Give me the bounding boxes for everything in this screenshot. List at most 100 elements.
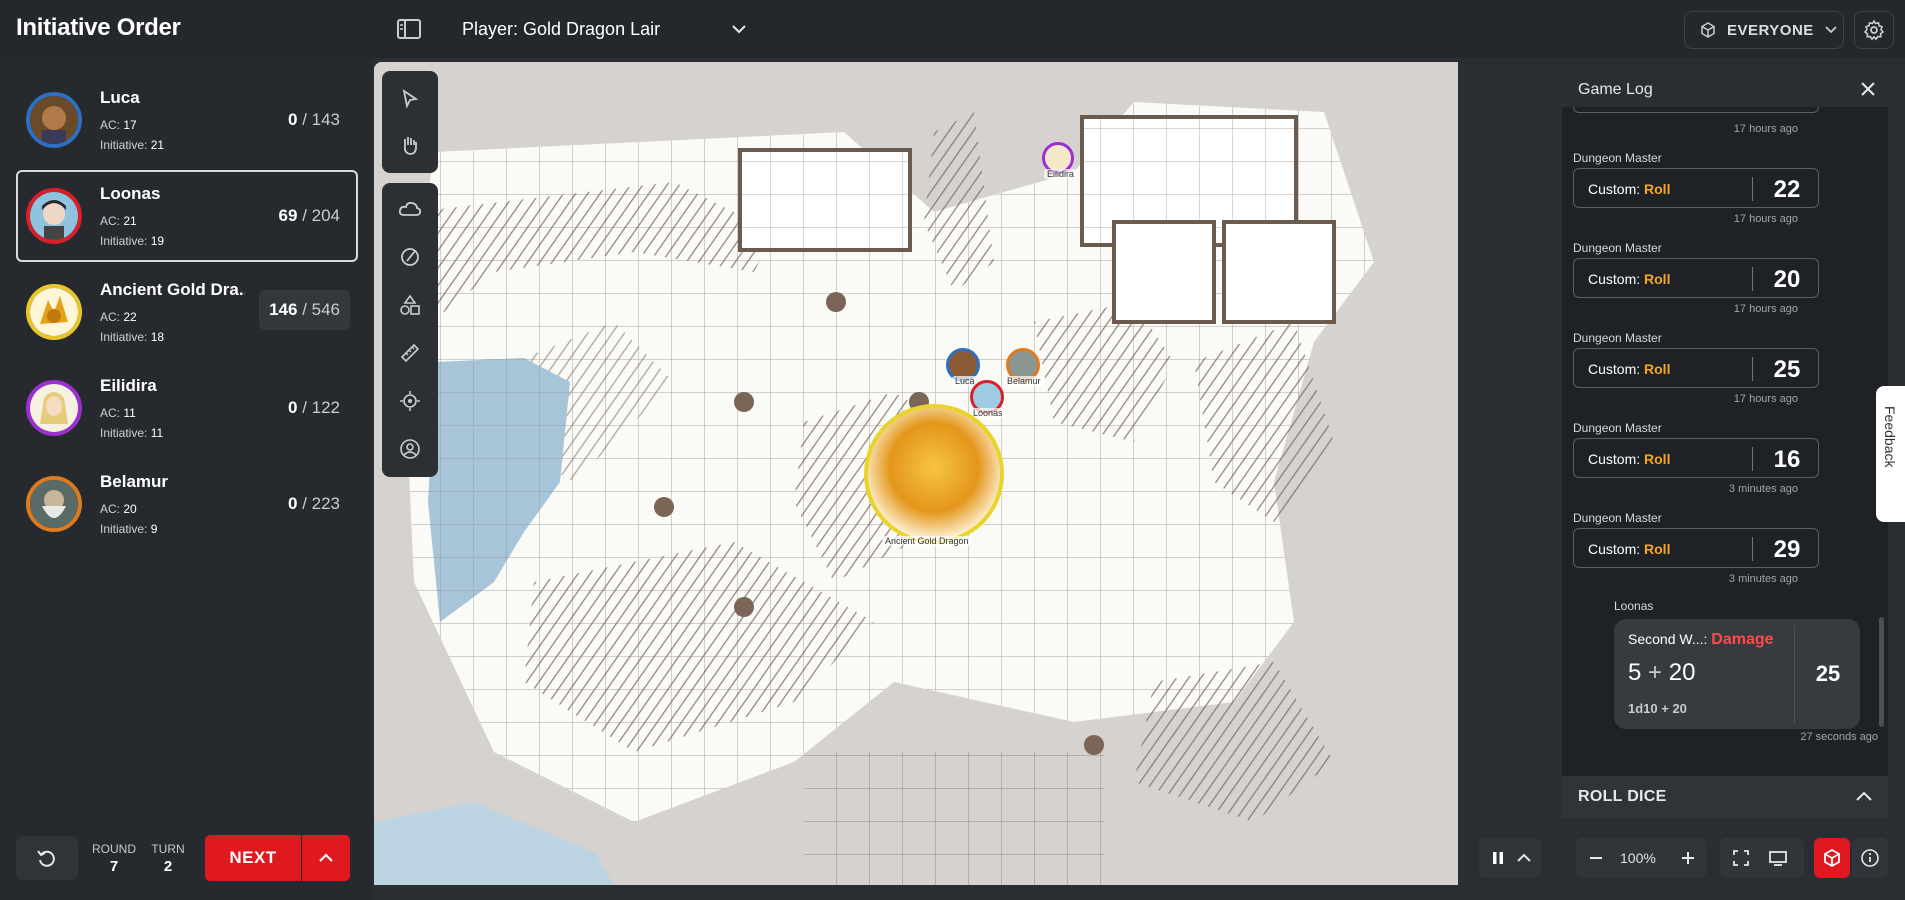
combatant-name: Loonas [100, 184, 161, 203]
game-log-panel: Game Log 17 hours ago Dungeon Master Cus… [1562, 71, 1888, 776]
avatar [26, 380, 82, 436]
chevron-up-icon[interactable] [1515, 849, 1533, 867]
fullscreen-icon[interactable] [1732, 849, 1750, 867]
top-bar: Initiative Order Player: Gold Dragon Lai… [0, 0, 1905, 58]
page-title: Initiative Order [16, 14, 181, 41]
divider [1752, 357, 1753, 381]
chevron-down-icon[interactable] [730, 20, 748, 38]
feedback-tab[interactable]: Feedback [1876, 386, 1905, 522]
entry-timestamp: 17 hours ago [1733, 123, 1798, 135]
roll-dice-bar[interactable]: ROLL DICE [1562, 776, 1888, 818]
settings-button[interactable] [1854, 11, 1894, 49]
initiative-value: Initiative: 18 [100, 330, 165, 344]
user-circle-icon[interactable] [396, 435, 424, 463]
dice-cube-icon [1701, 22, 1715, 38]
hit-points[interactable]: 0 / 122 [288, 398, 340, 418]
chevron-down-icon [1825, 26, 1837, 34]
damage-roll-title: Second W...: Damage [1628, 631, 1774, 648]
chevron-up-icon [319, 853, 333, 862]
pan-hand-icon[interactable] [396, 131, 424, 159]
navigation-tools [382, 71, 438, 173]
target-icon[interactable] [396, 387, 424, 415]
hit-points[interactable]: 69 / 204 [279, 206, 340, 226]
zoom-out-icon[interactable] [1588, 850, 1604, 866]
combatant-row-eilidira[interactable]: Eilidira AC: 11 Initiative: 11 0 / 122 [16, 362, 358, 454]
entry-timestamp: 3 minutes ago [1728, 483, 1798, 495]
roll-result[interactable]: Custom: Roll 25 [1573, 348, 1819, 388]
previous-roll-box [1573, 107, 1819, 113]
info-button[interactable] [1852, 838, 1888, 878]
chevron-up-icon[interactable] [1854, 787, 1874, 807]
token-label: Belamur [1004, 376, 1044, 386]
damage-total: 25 [1815, 661, 1841, 686]
roll-total: 22 [1773, 176, 1801, 203]
zoom-controls: 100% [1576, 838, 1706, 878]
avatar [26, 284, 82, 340]
audience-dropdown[interactable]: EVERYONE [1684, 11, 1844, 49]
armor-class: AC: 11 [100, 406, 136, 420]
fog-cloud-icon[interactable] [396, 195, 424, 223]
scrollbar[interactable] [1879, 617, 1884, 727]
monitor-icon[interactable] [1768, 849, 1788, 867]
roll-label: Custom: Roll [1588, 451, 1671, 467]
zoom-level: 100% [1620, 850, 1656, 866]
player-selector-label[interactable]: Player: Gold Dragon Lair [462, 19, 660, 40]
roll-total: 29 [1773, 536, 1801, 563]
draw-pen-icon[interactable] [396, 243, 424, 271]
roll-label: Custom: Roll [1588, 181, 1671, 197]
initiative-value: Initiative: 21 [100, 138, 165, 152]
entry-timestamp: 17 hours ago [1733, 303, 1798, 315]
damage-roll-card[interactable]: Second W...: Damage 5 + 20 1d10 + 20 25 [1614, 619, 1860, 729]
map-toolbar [382, 71, 438, 477]
combatant-row-ancient-gold-dragon[interactable]: Ancient Gold Dra... AC: 22 Initiative: 1… [16, 266, 358, 358]
combatant-row-loonas[interactable]: Loonas AC: 21 Initiative: 19 69 / 204 [16, 170, 358, 262]
roll-total: 25 [1773, 356, 1801, 383]
divider [1794, 625, 1795, 723]
roll-result[interactable]: Custom: Roll 16 [1573, 438, 1819, 478]
battle-map[interactable]: Eilidira Luca Belamur Loonas Ancient Gol… [374, 62, 1458, 885]
entry-author: Loonas [1614, 599, 1654, 613]
map-token-ancient-gold-dragon[interactable] [864, 404, 1004, 544]
close-icon[interactable] [1858, 79, 1878, 99]
ruler-icon[interactable] [396, 339, 424, 367]
token-label: Loonas [970, 408, 1006, 418]
combatant-row-luca[interactable]: Luca AC: 17 Initiative: 21 0 / 143 [16, 74, 358, 166]
initiative-value: Initiative: 9 [100, 522, 158, 536]
hit-points[interactable]: 146 / 546 [259, 290, 350, 330]
armor-class: AC: 20 [100, 502, 137, 516]
shapes-icon[interactable] [396, 291, 424, 319]
armor-class: AC: 21 [100, 214, 137, 228]
next-turn-button[interactable]: NEXT [205, 835, 301, 881]
token-label: Eilidira [1044, 169, 1078, 179]
avatar [26, 476, 82, 532]
entry-author: Dungeon Master [1573, 331, 1662, 345]
next-options-button[interactable] [302, 835, 350, 881]
entry-timestamp: 27 seconds ago [1800, 731, 1878, 743]
dice-cube-icon [1824, 848, 1840, 868]
entry-author: Dungeon Master [1573, 241, 1662, 255]
damage-expression: 5 + 20 [1628, 659, 1696, 686]
sidebar-toggle-icon[interactable] [396, 16, 422, 42]
combatant-name: Eilidira [100, 376, 157, 395]
hit-points[interactable]: 0 / 223 [288, 494, 340, 514]
zoom-in-icon[interactable] [1680, 850, 1696, 866]
roll-result[interactable]: Custom: Roll 20 [1573, 258, 1819, 298]
initiative-value: Initiative: 19 [100, 234, 165, 248]
feedback-label: Feedback [1882, 406, 1898, 468]
roll-result[interactable]: Custom: Roll 22 [1573, 168, 1819, 208]
roll-result[interactable]: Custom: Roll 29 [1573, 528, 1819, 568]
dice-button[interactable] [1814, 838, 1850, 878]
game-log-title: Game Log [1578, 81, 1653, 98]
avatar [26, 92, 82, 148]
roll-total: 16 [1773, 446, 1801, 473]
combatant-row-belamur[interactable]: Belamur AC: 20 Initiative: 9 0 / 223 [16, 458, 358, 550]
pause-icon[interactable] [1489, 849, 1507, 867]
select-icon[interactable] [396, 85, 424, 113]
undo-icon [37, 850, 55, 867]
combatant-name: Ancient Gold Dra... [100, 280, 245, 299]
undo-button[interactable] [16, 836, 78, 880]
entry-author: Dungeon Master [1573, 511, 1662, 525]
hit-points[interactable]: 0 / 143 [288, 110, 340, 130]
roll-label: Custom: Roll [1588, 361, 1671, 377]
info-icon [1861, 849, 1879, 867]
